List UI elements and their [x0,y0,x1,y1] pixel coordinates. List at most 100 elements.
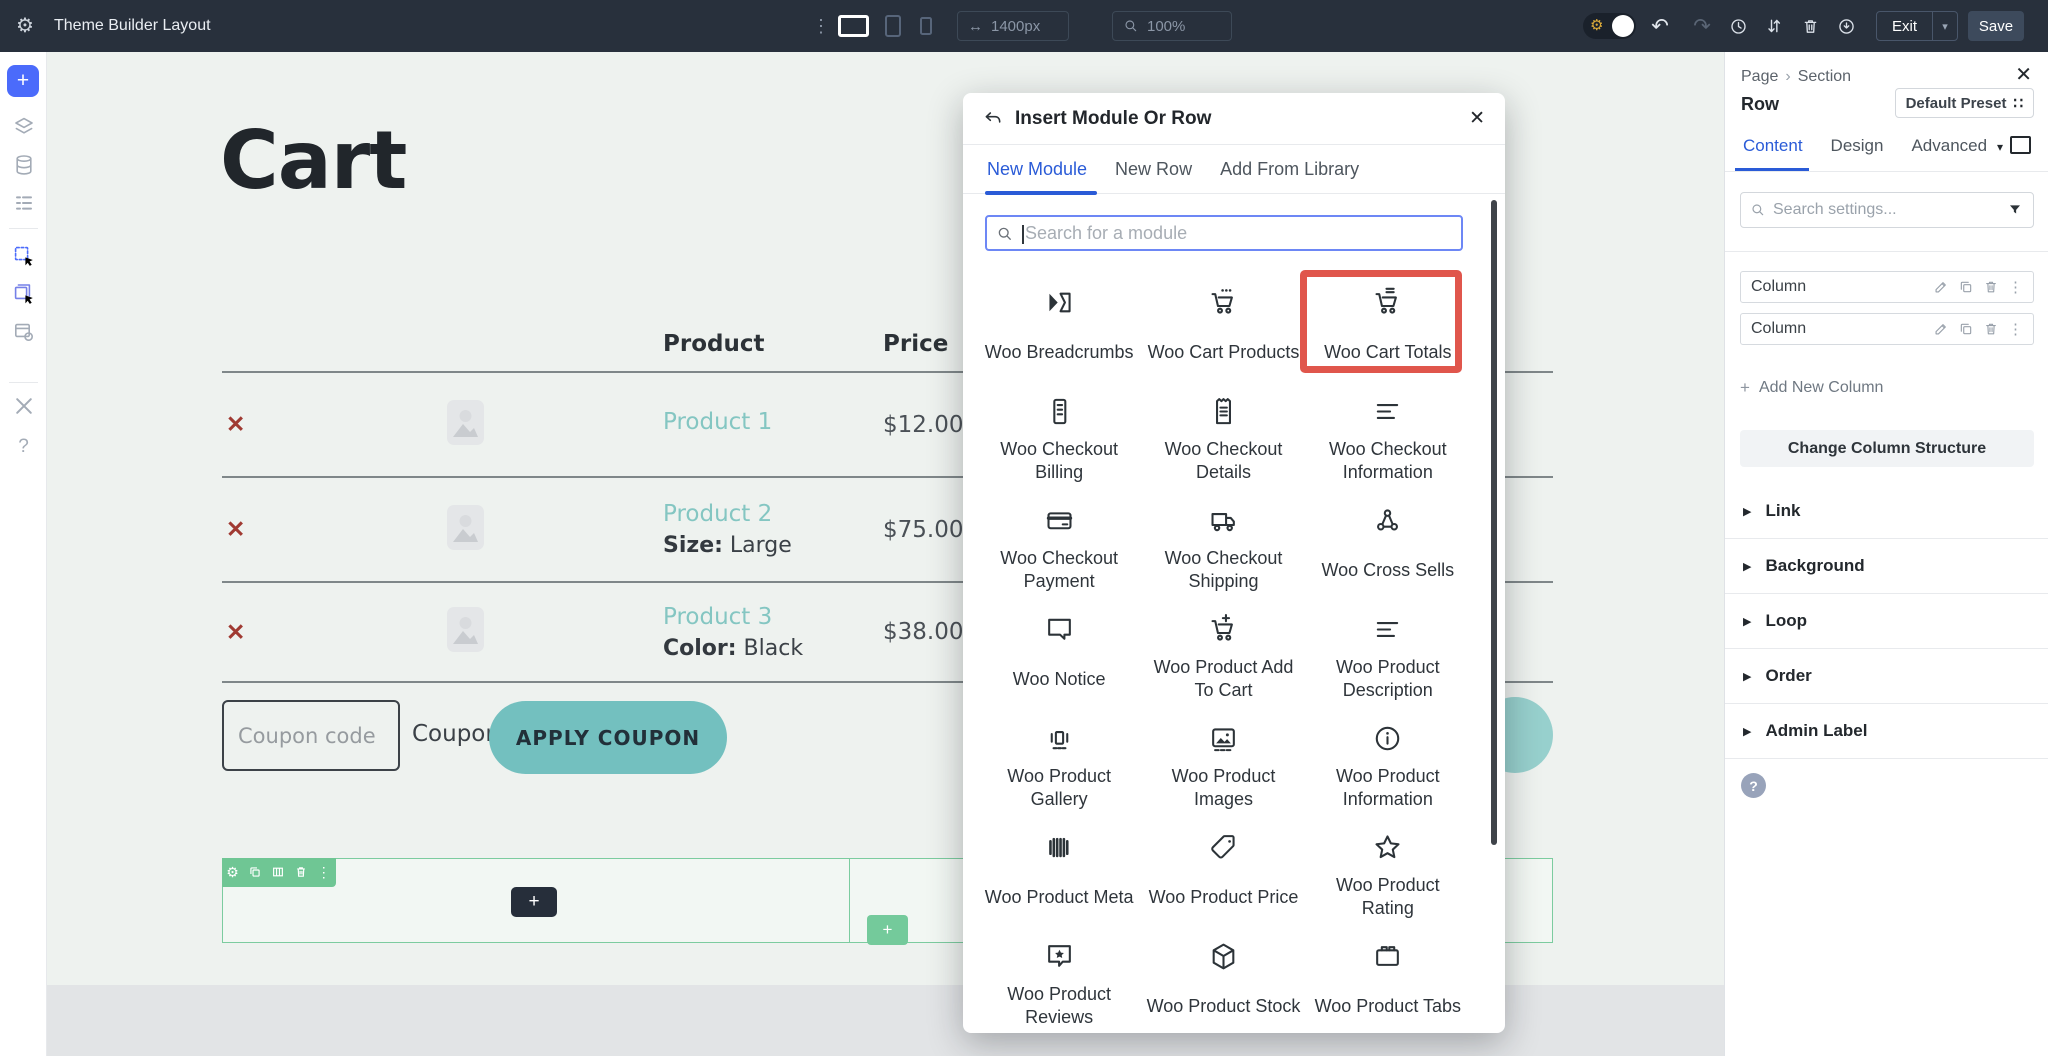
exit-dropdown-caret-icon[interactable]: ▾ [1933,20,1957,33]
panel-tab[interactable]: Advanced [1911,136,1987,156]
panel-tab[interactable]: Design [1831,136,1884,156]
filter-funnel-icon[interactable] [2007,202,2023,218]
module-item[interactable]: Woo Checkout Payment [977,483,1141,592]
module-item[interactable]: Woo Product Tabs [1306,919,1470,1028]
module-item[interactable]: Woo Product Gallery [977,701,1141,810]
module-item[interactable]: Woo Product Price [1141,810,1305,919]
add-row-button[interactable]: + [867,915,908,945]
product-name-link[interactable]: Product 1 [663,409,883,435]
panel-close-icon[interactable]: ✕ [2015,62,2032,87]
modal-tab[interactable]: Add From Library [1220,159,1359,180]
desktop-preview-icon[interactable] [2010,136,2031,154]
module-search-input[interactable] [1025,217,1455,249]
builder-settings-gear-icon[interactable]: ⚙ [16,0,34,52]
module-item[interactable]: Woo Product Reviews [977,919,1141,1028]
kebab-menu-icon[interactable]: ⋮ [2008,320,2023,338]
module-item[interactable]: Woo Product Rating [1306,810,1470,919]
add-new-column-button[interactable]: + Add New Column [1740,378,1883,398]
kebab-menu-icon[interactable]: ⋮ [2008,278,2023,296]
undo-icon[interactable]: ↶ [1646,0,1674,52]
remove-product-icon[interactable] [226,478,245,581]
column-row[interactable]: Column ⋮ [1740,271,2034,303]
trash-icon[interactable] [1983,279,1999,295]
exit-button[interactable]: Exit [1877,18,1932,35]
default-preset-button[interactable]: Default Preset ∷ [1895,88,2034,118]
accordion-row[interactable]: ▶ Link [1725,484,2048,539]
back-arrow-icon[interactable] [983,109,1003,129]
builder-mode-toggle[interactable]: ⚙ [1583,13,1636,39]
accordion-row[interactable]: ▶ Admin Label [1725,704,2048,759]
module-item[interactable]: Woo Cart Totals [1306,265,1470,374]
tools-icon[interactable] [12,394,36,418]
select-row-icon[interactable] [12,282,36,306]
apply-coupon-button[interactable]: APPLY COUPON [489,701,727,774]
accordion-row[interactable]: ▶ Background [1725,539,2048,594]
save-button[interactable]: Save [1968,11,2024,41]
row-column-structure-icon[interactable] [271,865,285,879]
remove-product-icon[interactable] [226,583,245,681]
module-item[interactable]: Woo Checkout Information [1306,374,1470,483]
module-item[interactable]: Woo Checkout Details [1141,374,1305,483]
trash-icon[interactable] [1983,321,1999,337]
remove-product-icon[interactable] [226,373,245,476]
portability-sort-icon[interactable] [1760,0,1788,52]
tablet-view-icon[interactable] [885,15,901,37]
history-icon[interactable] [1724,0,1752,52]
delete-icon[interactable] [1796,0,1824,52]
database-icon[interactable] [12,153,36,177]
save-to-library-icon[interactable] [1832,0,1860,52]
settings-search-input[interactable] [1773,193,2003,226]
edit-pencil-icon[interactable] [1933,279,1949,295]
redo-icon[interactable]: ↷ [1688,0,1716,52]
module-label: Woo Product Gallery [981,765,1137,811]
page-settings-icon[interactable] [12,320,36,344]
help-icon[interactable]: ? [0,436,47,458]
gallery-icon [1044,723,1075,754]
row-trash-icon[interactable] [294,865,308,879]
zoom-input[interactable]: 100% [1112,11,1232,41]
module-item[interactable]: Woo Product Add To Cart [1141,592,1305,701]
accordion-row[interactable]: ▶ Loop [1725,594,2048,649]
accordion-row[interactable]: ▶ Order [1725,649,2048,704]
layout-rows-icon[interactable] [12,191,36,215]
layers-icon[interactable] [12,115,36,139]
module-item[interactable]: Woo Product Stock [1141,919,1305,1028]
module-item[interactable]: Woo Notice [977,592,1141,701]
phone-view-icon[interactable] [920,17,932,35]
add-module-button[interactable]: + [7,65,39,97]
change-column-structure-button[interactable]: Change Column Structure [1740,430,2034,467]
row-duplicate-icon[interactable] [248,865,262,879]
desktop-view-icon[interactable] [838,15,869,37]
module-item[interactable]: Woo Cart Products [1141,265,1305,374]
coupon-code-input[interactable] [222,700,400,771]
modal-scrollbar[interactable] [1491,200,1497,845]
module-item[interactable]: Woo Product Information [1306,701,1470,810]
tabs-caret-icon[interactable]: ▾ [1997,140,2003,154]
row-settings-gear-icon[interactable]: ⚙ [226,865,239,879]
breadcrumb-page[interactable]: Page [1741,68,1778,86]
column-row[interactable]: Column ⋮ [1740,313,2034,345]
edit-pencil-icon[interactable] [1933,321,1949,337]
row-kebab-icon[interactable]: ⋮ [317,865,331,879]
modal-tab[interactable]: New Row [1115,159,1192,180]
add-module-to-column-button[interactable]: + [511,887,557,917]
module-item[interactable]: Woo Checkout Billing [977,374,1141,483]
modal-tab[interactable]: New Module [987,159,1087,180]
module-item[interactable]: Woo Product Images [1141,701,1305,810]
select-module-icon[interactable] [12,244,36,268]
view-options-kebab-icon[interactable]: ⋮ [812,0,830,52]
module-item[interactable]: Woo Checkout Shipping [1141,483,1305,592]
breadcrumb-section[interactable]: Section [1798,68,1851,86]
module-item[interactable]: Woo Breadcrumbs [977,265,1141,374]
responsive-width-input[interactable]: ↔ 1400px [957,11,1069,41]
duplicate-icon[interactable] [1958,279,1974,295]
product-name-link[interactable]: Product 3 [663,604,883,630]
module-item[interactable]: Woo Product Description [1306,592,1470,701]
modal-close-icon[interactable]: ✕ [1469,93,1485,145]
module-item[interactable]: Woo Product Meta [977,810,1141,919]
product-name-link[interactable]: Product 2 [663,501,883,527]
module-item[interactable]: Woo Cross Sells [1306,483,1470,592]
panel-help-icon[interactable]: ? [1741,773,1766,798]
duplicate-icon[interactable] [1958,321,1974,337]
panel-tab[interactable]: Content [1743,136,1803,156]
